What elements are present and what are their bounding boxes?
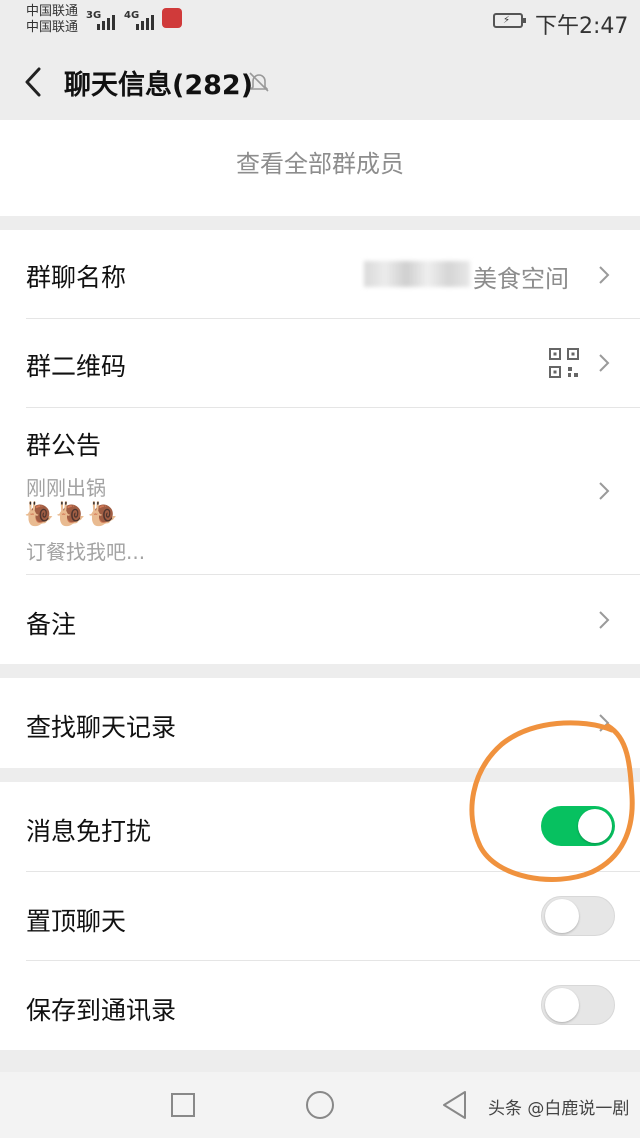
- page-title: 聊天信息(282): [64, 70, 254, 101]
- mute-notifications-label: 消息免打扰: [26, 817, 152, 846]
- square-icon[interactable]: [170, 1092, 196, 1118]
- group-notice-row[interactable]: 群公告 刚刚出锅 🐌🐌🐌 订餐找我吧...: [0, 408, 640, 574]
- carrier-info: 中国联通 中国联通: [26, 4, 78, 36]
- save-to-contacts-row: 保存到通讯录: [0, 961, 640, 1050]
- group-name-value: 美食空间: [473, 265, 569, 293]
- system-nav-bar: 头条 @白鹿说一剧: [0, 1072, 640, 1138]
- status-time: 下午2:47: [535, 14, 629, 39]
- chevron-left-icon[interactable]: [20, 64, 50, 100]
- group-name-label: 群聊名称: [26, 263, 127, 292]
- group-notice-label: 群公告: [26, 431, 102, 460]
- circle-icon[interactable]: [305, 1090, 335, 1120]
- save-to-contacts-toggle[interactable]: [541, 985, 615, 1025]
- battery-icon: ⚡: [493, 13, 526, 28]
- chevron-right-icon: [599, 482, 610, 500]
- group-qr-row[interactable]: 群二维码: [0, 319, 640, 407]
- remark-label: 备注: [26, 610, 77, 639]
- notice-preview-line2: 订餐找我吧...: [26, 540, 146, 564]
- notice-emoji: 🐌🐌🐌: [24, 500, 120, 528]
- members-section: 查看全部群成员: [0, 120, 640, 216]
- blurred-name-prefix: [364, 261, 470, 287]
- chevron-right-icon: [599, 266, 610, 284]
- status-bar: 中国联通 中国联通 3G 4G ⚡ 下午2:47: [0, 0, 640, 44]
- chevron-right-icon: [599, 611, 610, 629]
- signal-strength-icon: [136, 15, 154, 30]
- chevron-right-icon: [599, 354, 610, 372]
- view-all-members-link[interactable]: 查看全部群成员: [0, 144, 640, 179]
- remark-row[interactable]: 备注: [0, 575, 640, 664]
- toggle-knob: [545, 899, 579, 933]
- carrier-name-2: 中国联通: [26, 20, 79, 35]
- search-history-label: 查找聊天记录: [26, 713, 177, 742]
- signal-strength-icon: [97, 15, 115, 30]
- group-name-row[interactable]: 群聊名称 美食空间: [0, 230, 640, 318]
- save-to-contacts-label: 保存到通讯录: [26, 996, 177, 1025]
- group-info-section: 群聊名称 美食空间 群二维码 群公告 刚刚出锅 🐌🐌🐌 订餐找我吧... 备注: [0, 230, 640, 664]
- bell-off-icon: [249, 72, 269, 92]
- sticky-on-top-toggle[interactable]: [541, 896, 615, 936]
- sticky-on-top-label: 置顶聊天: [26, 907, 127, 936]
- notification-app-icon: [162, 8, 182, 28]
- annotation-circle: [469, 720, 635, 882]
- group-qr-label: 群二维码: [26, 352, 127, 381]
- triangle-back-icon[interactable]: [441, 1090, 469, 1120]
- carrier-name-1: 中国联通: [26, 4, 79, 19]
- watermark-text: 头条 @白鹿说一剧: [488, 1099, 630, 1119]
- notice-preview-line1: 刚刚出锅: [26, 476, 106, 500]
- qr-code-icon: [549, 348, 579, 378]
- toggle-knob: [545, 988, 579, 1022]
- nav-bar: 聊天信息(282): [0, 44, 640, 120]
